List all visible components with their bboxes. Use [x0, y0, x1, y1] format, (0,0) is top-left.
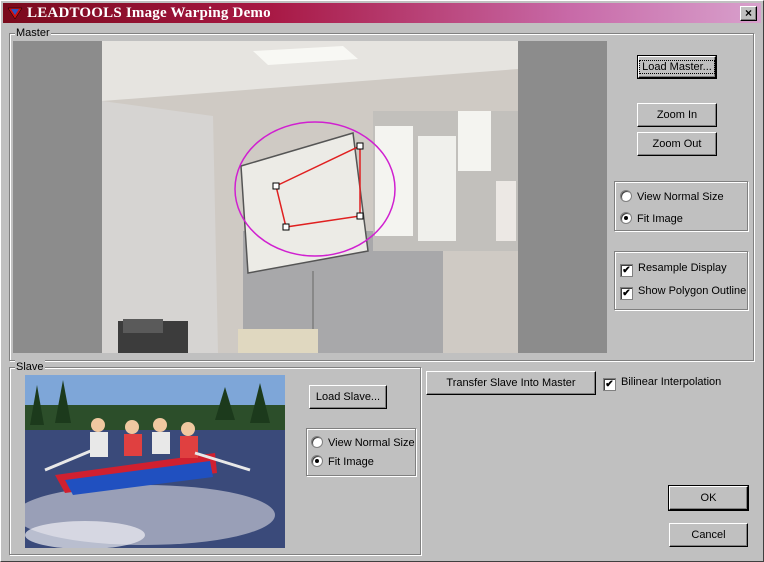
checkbox-checked-icon[interactable]: ✔: [603, 378, 616, 391]
show-polygon-outline-label: Show Polygon Outline: [638, 285, 747, 297]
resample-display-label: Resample Display: [638, 262, 727, 274]
radio-button-selected-icon[interactable]: [311, 455, 323, 467]
window-title: LEADTOOLS Image Warping Demo: [27, 5, 271, 21]
leadtools-logo-icon: [7, 7, 23, 20]
checkbox-checked-icon[interactable]: ✔: [620, 287, 633, 300]
master-image-viewport[interactable]: [13, 41, 607, 353]
checkbox-checked-icon[interactable]: ✔: [620, 264, 633, 277]
slave-fit-image-label: Fit Image: [328, 456, 374, 468]
polygon-handle[interactable]: [356, 142, 364, 150]
zoom-in-button[interactable]: Zoom In: [637, 103, 717, 127]
master-group-label: Master: [15, 26, 51, 40]
cancel-button[interactable]: Cancel: [669, 523, 748, 547]
slave-image-viewport[interactable]: [25, 375, 285, 548]
slave-group-label: Slave: [15, 360, 45, 374]
dialog-window: LEADTOOLS Image Warping Demo × Master Lo…: [0, 0, 764, 562]
resample-display-checkbox[interactable]: ✔ Resample Display: [620, 260, 727, 277]
polygon-handle[interactable]: [272, 182, 280, 190]
radio-button-icon[interactable]: [311, 436, 323, 448]
slave-fit-image-radio[interactable]: Fit Image: [311, 454, 374, 470]
title-bar[interactable]: LEADTOOLS Image Warping Demo ×: [3, 3, 761, 23]
master-fit-image-label: Fit Image: [637, 213, 683, 225]
load-master-label: Load Master...: [639, 60, 715, 74]
master-fit-image-radio[interactable]: Fit Image: [620, 211, 683, 227]
slave-rafting-image[interactable]: [25, 375, 285, 548]
slave-view-normal-radio[interactable]: View Normal Size: [311, 435, 415, 451]
polygon-handle[interactable]: [356, 212, 364, 220]
master-view-normal-radio[interactable]: View Normal Size: [620, 189, 724, 205]
transfer-slave-button[interactable]: Transfer Slave Into Master: [426, 371, 596, 395]
ok-button[interactable]: OK: [668, 485, 749, 511]
radio-button-icon[interactable]: [620, 190, 632, 202]
load-master-button[interactable]: Load Master...: [637, 55, 717, 79]
bilinear-interpolation-checkbox[interactable]: ✔ Bilinear Interpolation: [603, 374, 722, 391]
master-view-normal-label: View Normal Size: [637, 191, 724, 203]
bilinear-interpolation-label: Bilinear Interpolation: [621, 376, 722, 388]
slave-view-normal-label: View Normal Size: [328, 437, 415, 449]
zoom-out-button[interactable]: Zoom Out: [637, 132, 717, 156]
polygon-handle[interactable]: [282, 223, 290, 231]
show-polygon-outline-checkbox[interactable]: ✔ Show Polygon Outline: [620, 283, 747, 300]
load-slave-button[interactable]: Load Slave...: [309, 385, 387, 409]
master-office-image[interactable]: [13, 41, 607, 353]
close-button[interactable]: ×: [740, 6, 757, 21]
radio-button-selected-icon[interactable]: [620, 212, 632, 224]
